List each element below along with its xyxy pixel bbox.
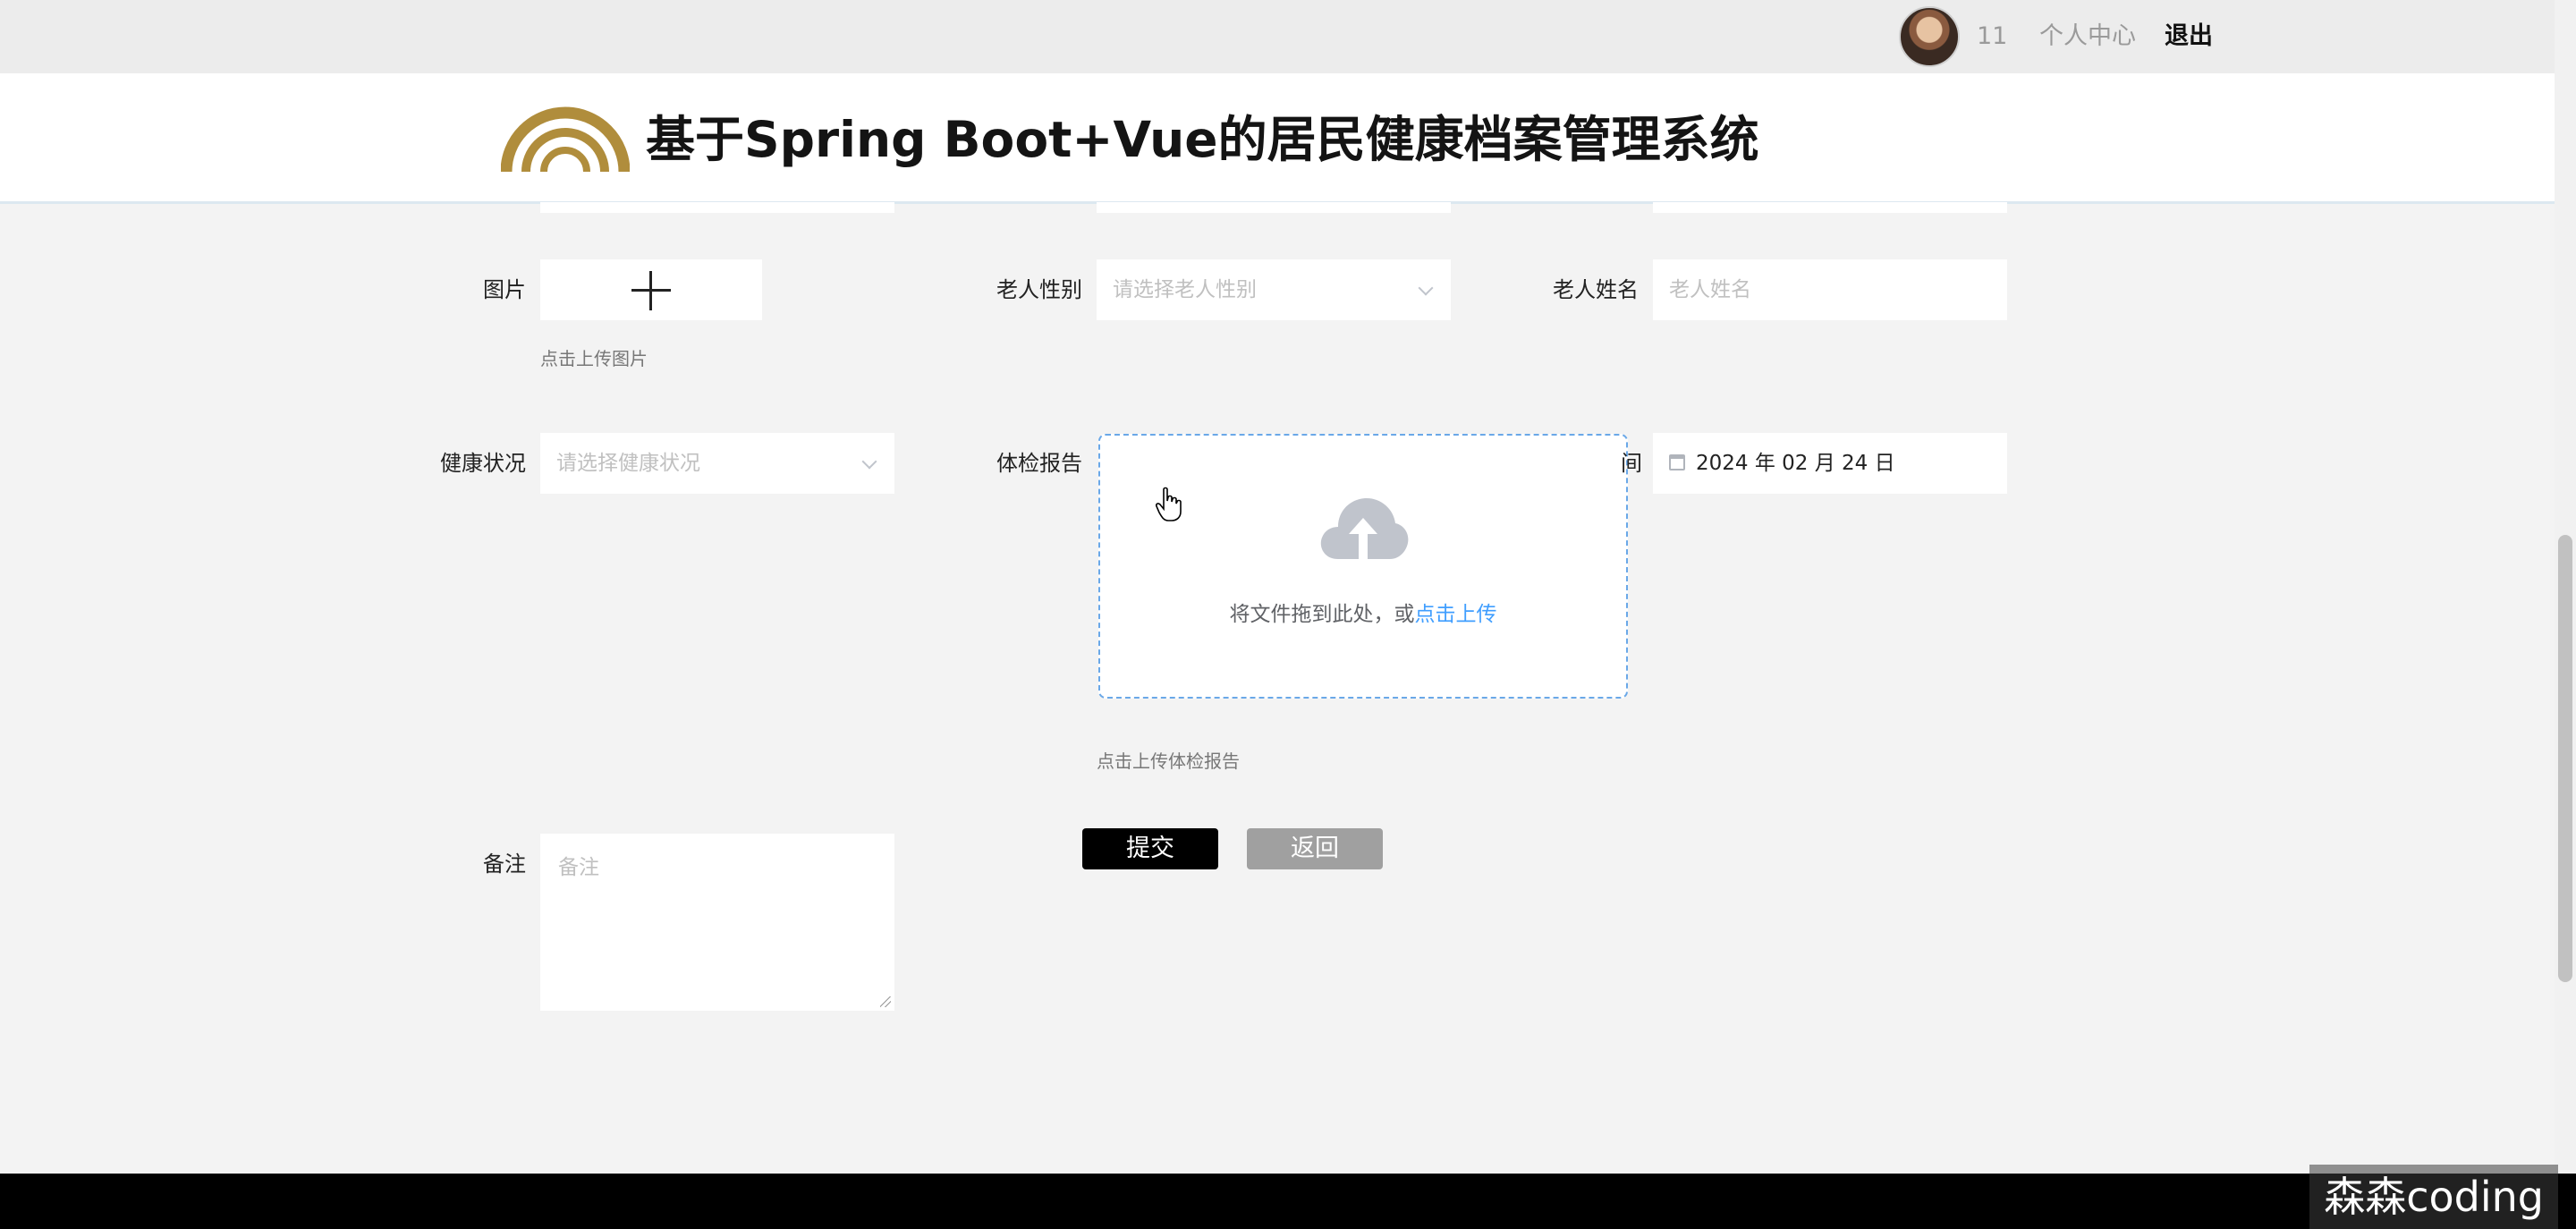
footer-strip bbox=[0, 1174, 2576, 1229]
logout-link[interactable]: 退出 bbox=[2165, 20, 2213, 54]
gender-placeholder: 请选择老人性别 bbox=[1113, 278, 1257, 301]
notes-label: 备注 bbox=[483, 852, 526, 877]
chevron-down-icon bbox=[1418, 280, 1434, 296]
input-stub[interactable] bbox=[1653, 202, 2007, 213]
site-title: 基于Spring Boot+Vue的居民健康档案管理系统 bbox=[646, 111, 1759, 168]
health-placeholder: 请选择健康状况 bbox=[556, 452, 700, 475]
resize-handle-icon[interactable] bbox=[880, 996, 891, 1007]
cloud-upload-icon bbox=[1320, 498, 1409, 559]
name-input[interactable]: 老人姓名 bbox=[1653, 259, 2007, 320]
submit-button[interactable]: 提交 bbox=[1082, 828, 1218, 869]
scrollbar-thumb[interactable] bbox=[2558, 535, 2572, 982]
image-label: 图片 bbox=[483, 277, 526, 302]
report-upload-hint: 点击上传体检报告 bbox=[1097, 750, 1240, 772]
calendar-icon bbox=[1669, 454, 1685, 470]
logo-icon bbox=[501, 106, 630, 173]
hand-cursor-icon bbox=[1156, 487, 1182, 521]
profile-link[interactable]: 个人中心 bbox=[2039, 20, 2136, 54]
input-stub[interactable] bbox=[540, 202, 894, 213]
date-value: 2024 年 02 月 24 日 bbox=[1696, 452, 1895, 475]
notes-placeholder: 备注 bbox=[558, 856, 599, 879]
image-upload-hint: 点击上传图片 bbox=[540, 348, 648, 369]
health-select[interactable]: 请选择健康状况 bbox=[540, 433, 894, 494]
gender-label: 老人性别 bbox=[996, 277, 1082, 302]
dropzone-instruction: 将文件拖到此处，或 bbox=[1229, 603, 1415, 626]
report-label: 体检报告 bbox=[996, 451, 1082, 476]
avatar[interactable] bbox=[1899, 6, 1960, 67]
user-number: 11 bbox=[1977, 22, 2008, 50]
dropzone-upload-link[interactable]: 点击上传 bbox=[1415, 603, 1497, 626]
dropzone-text: 将文件拖到此处，或点击上传 bbox=[1100, 597, 1626, 627]
health-label: 健康状况 bbox=[440, 451, 526, 476]
image-upload-button[interactable] bbox=[540, 259, 762, 320]
name-label: 老人姓名 bbox=[1553, 277, 1639, 302]
date-picker[interactable]: 2024 年 02 月 24 日 bbox=[1653, 433, 2007, 494]
gender-select[interactable]: 请选择老人性别 bbox=[1097, 259, 1451, 320]
watermark: 森森coding bbox=[2309, 1165, 2558, 1229]
input-stub[interactable] bbox=[1097, 202, 1451, 213]
notes-textarea[interactable]: 备注 bbox=[540, 834, 894, 1011]
date-label: 间 bbox=[1621, 451, 1642, 476]
report-upload-dropzone[interactable]: 将文件拖到此处，或点击上传 bbox=[1098, 434, 1628, 699]
chevron-down-icon bbox=[861, 453, 877, 470]
name-placeholder: 老人姓名 bbox=[1669, 278, 1751, 301]
back-button[interactable]: 返回 bbox=[1247, 828, 1383, 869]
